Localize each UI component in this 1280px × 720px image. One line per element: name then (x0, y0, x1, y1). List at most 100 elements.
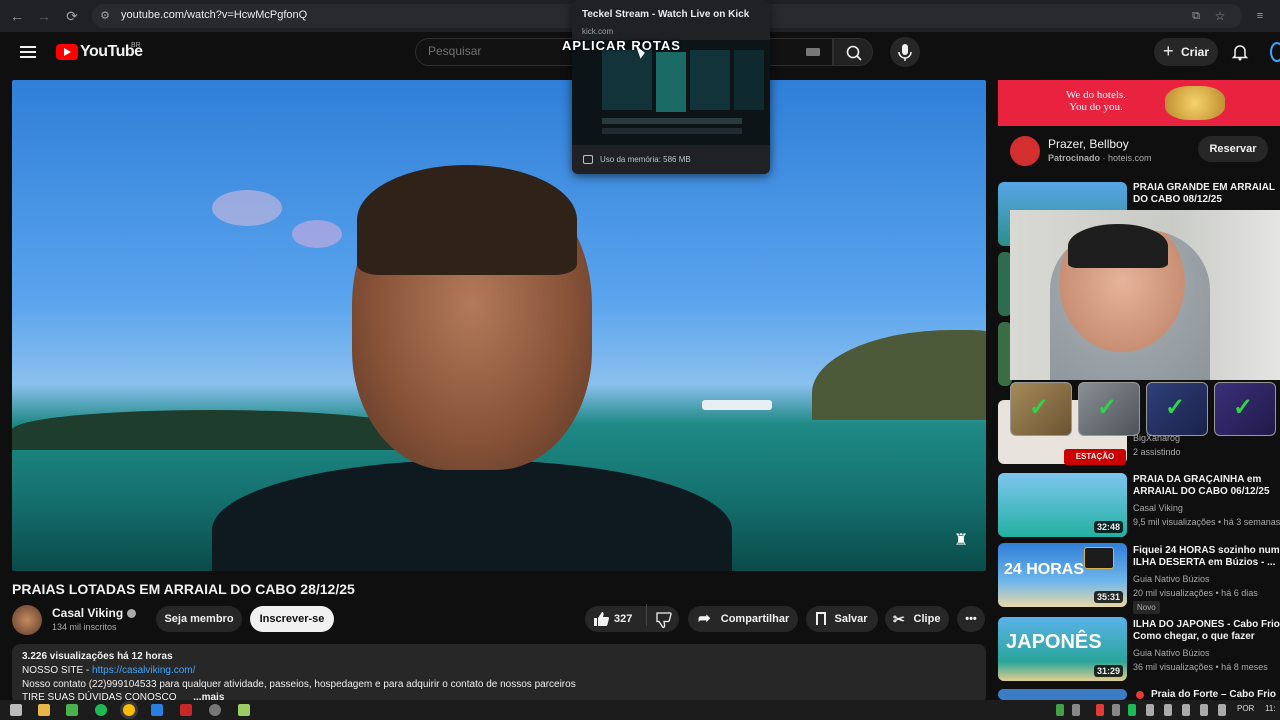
save-button[interactable]: Salvar (806, 606, 878, 632)
tray-icon[interactable] (1072, 704, 1080, 716)
voice-search-button[interactable] (890, 37, 920, 67)
site-link[interactable]: https://casalviking.com/ (92, 665, 195, 676)
related-title[interactable]: PRAIA DA GRAÇAINHA em ARRAIAL DO CABO 06… (1133, 474, 1280, 498)
bookmark-star-icon[interactable]: ☆ (1212, 8, 1228, 24)
ad-banner[interactable] (998, 80, 1280, 126)
check-icon: ✓ (1097, 394, 1118, 421)
dislike-button[interactable] (655, 611, 673, 629)
related-thumbnail[interactable] (998, 689, 1127, 700)
live-dot-icon (1136, 691, 1144, 699)
person-shoulders (212, 460, 732, 571)
more-icon: ••• (965, 613, 977, 625)
tray-icon[interactable] (1112, 704, 1120, 716)
like-count[interactable]: 327 (614, 613, 632, 625)
duration-badge: 31:29 (1093, 665, 1123, 677)
join-button[interactable]: Seja membro (156, 606, 242, 632)
input-language[interactable]: POR (1237, 704, 1254, 713)
duration-badge: 35:31 (1093, 591, 1123, 603)
tab-hover-domain: kick.com (582, 27, 614, 36)
obs-icon[interactable] (209, 704, 221, 716)
mic-icon (898, 44, 912, 61)
video-title: PRAIAS LOTADAS EM ARRAIAL DO CABO 28/12/… (12, 581, 355, 597)
ad-title[interactable]: Prazer, Bellboy (1048, 137, 1129, 151)
person-hair (357, 165, 577, 275)
site-settings-icon[interactable]: ⚙ (97, 8, 113, 24)
account-avatar[interactable] (1270, 42, 1280, 62)
channel-watermark-icon[interactable]: ♜ (945, 530, 977, 552)
search-button[interactable] (833, 38, 873, 66)
related-channel[interactable]: Guia Nativo Búzios (1133, 574, 1210, 584)
tray-icon[interactable] (1096, 704, 1104, 716)
chrome-icon[interactable] (123, 704, 135, 716)
ad-brand-icon[interactable] (1010, 136, 1040, 166)
stream-overlay-text: APLICAR ROTAS (562, 38, 681, 53)
notifications-button[interactable] (1230, 42, 1250, 62)
install-icon[interactable]: ⧉ (1188, 8, 1204, 24)
bell-icon (1231, 45, 1249, 61)
search-icon (846, 45, 862, 61)
related-channel[interactable]: BigXanarog (1133, 433, 1180, 443)
channel-avatar[interactable] (12, 605, 42, 635)
tray-icon[interactable] (1182, 704, 1190, 716)
ad-banner-text: We do hotels. You do you. (1066, 89, 1126, 113)
xbox-icon[interactable] (66, 704, 78, 716)
tray-icon[interactable] (1146, 704, 1154, 716)
subscribe-button[interactable]: Inscrever-se (250, 606, 334, 632)
network-icon[interactable] (1200, 704, 1208, 716)
file-explorer-icon[interactable] (38, 704, 50, 716)
related-channel[interactable]: Guia Nativo Búzios (1133, 648, 1210, 658)
tray-icon[interactable] (1056, 704, 1064, 716)
like-button[interactable] (592, 610, 610, 628)
taskbar (0, 700, 1280, 720)
webcam-overlay (1010, 210, 1280, 380)
app-icon[interactable] (180, 704, 192, 716)
related-title[interactable]: ILHA DO JAPONES - Cabo Frio Como chegar,… (1133, 619, 1280, 643)
check-icon: ✓ (1029, 394, 1050, 421)
related-channel[interactable]: Casal Viking (1133, 503, 1183, 513)
related-thumbnail[interactable]: JAPONÊS 31:29 (998, 617, 1127, 681)
thumbnail-text: 24 HORAS (1004, 561, 1085, 578)
keyboard-icon[interactable] (806, 48, 820, 56)
back-icon[interactable]: ← (9, 8, 25, 24)
tray-icon[interactable] (1128, 704, 1136, 716)
related-thumbnail[interactable]: 24 HORAS 35:31 (998, 543, 1127, 607)
reading-list-icon[interactable]: ≡ (1252, 8, 1268, 24)
notepad-icon[interactable] (238, 704, 250, 716)
ad-book-button[interactable]: Reservar (1198, 136, 1268, 162)
100k-badge-icon (1084, 547, 1114, 569)
new-badge: Novo (1133, 601, 1160, 614)
related-thumbnail[interactable]: 32:48 (998, 473, 1127, 537)
search-placeholder: Pesquisar (428, 44, 482, 58)
more-actions-button[interactable]: ••• (957, 606, 985, 632)
create-label: Criar (1181, 45, 1210, 59)
url-text[interactable]: youtube.com/watch?v=HcwMcPgfonQ (121, 9, 307, 21)
app-icon[interactable] (151, 704, 163, 716)
related-meta: 36 mil visualizações • há 8 meses (1133, 662, 1268, 672)
related-meta: 2 assistindo (1133, 447, 1181, 457)
route-card: ✓ (1214, 382, 1276, 436)
channel-name[interactable]: Casal Viking (52, 606, 123, 620)
share-button[interactable]: ➦ Compartilhar (688, 606, 798, 632)
lens-flare (292, 220, 342, 248)
windows-start-icon[interactable] (10, 704, 22, 716)
mic-tray-icon[interactable] (1164, 704, 1172, 716)
video-player[interactable] (12, 80, 986, 571)
clock[interactable]: 11: (1265, 704, 1276, 713)
related-title[interactable]: Fiquei 24 HORAS sozinho num ILHA DESERTA… (1133, 545, 1280, 569)
share-icon: ➦ (698, 610, 711, 627)
island-left (12, 410, 412, 450)
spotify-icon[interactable] (95, 704, 107, 716)
reload-icon[interactable]: ⟳ (64, 8, 80, 24)
related-title[interactable]: PRAIA GRANDE EM ARRAIAL DO CABO 08/12/25 (1133, 182, 1280, 206)
clip-button[interactable]: ✂ Clipe (885, 606, 949, 632)
forward-icon[interactable]: → (36, 8, 52, 24)
create-button[interactable]: + Criar (1154, 38, 1218, 66)
lens-flare (212, 190, 282, 226)
menu-icon[interactable] (20, 46, 36, 58)
youtube-logo-icon[interactable] (56, 44, 78, 60)
tab-hover-memory: Uso da memória: 586 MB (600, 155, 691, 164)
ad-banner-line2: You do you. (1069, 101, 1123, 113)
related-meta: 20 mil visualizações • há 6 dias (1133, 588, 1258, 598)
verified-icon (127, 609, 136, 618)
volume-icon[interactable] (1218, 704, 1226, 716)
